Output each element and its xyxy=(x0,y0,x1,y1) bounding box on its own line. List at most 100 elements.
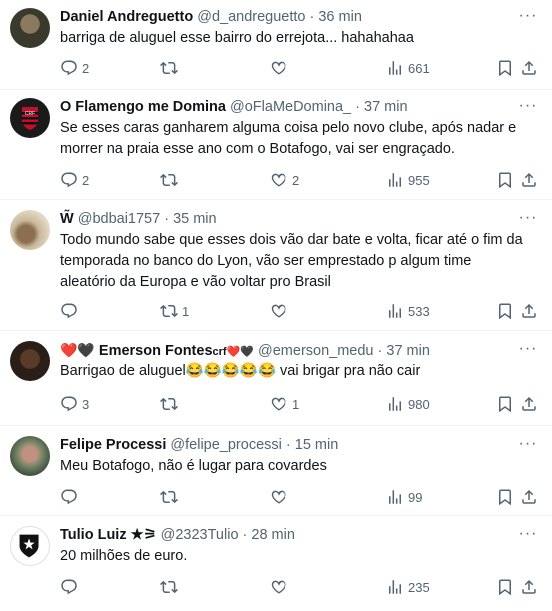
more-icon[interactable]: ··· xyxy=(518,341,538,357)
more-icon[interactable]: ··· xyxy=(518,526,538,542)
share-button[interactable] xyxy=(520,58,538,78)
share-icon xyxy=(520,578,538,596)
like-button[interactable] xyxy=(270,301,292,321)
tweet[interactable]: ❤️🖤 Emerson Fontescrf❤️🖤 @emerson_medu ·… xyxy=(0,331,552,426)
timestamp[interactable]: · 15 min xyxy=(286,437,338,453)
handle[interactable]: @felipe_processi xyxy=(170,437,281,453)
display-name[interactable]: Daniel Andreguetto xyxy=(60,9,193,25)
views-button[interactable]: 980 xyxy=(386,394,430,414)
display-name[interactable]: Tulio Luiz ★⚞ xyxy=(60,527,157,543)
timestamp[interactable]: · 37 min xyxy=(355,99,407,115)
heart-icon xyxy=(270,488,288,506)
timestamp[interactable]: · 37 min xyxy=(378,343,430,359)
retweet-button[interactable] xyxy=(160,394,182,414)
display-name[interactable]: W̃ xyxy=(60,211,74,227)
avatar[interactable] xyxy=(10,526,50,566)
display-name[interactable]: O Flamengo me Domina xyxy=(60,99,226,115)
timestamp[interactable]: · 28 min xyxy=(243,527,295,543)
tweet[interactable]: Daniel Andreguetto @d_andreguetto · 36 m… xyxy=(0,0,552,90)
bookmark-icon xyxy=(496,395,514,413)
reply-count: 2 xyxy=(82,172,90,188)
tweet[interactable]: CRF O Flamengo me Domina @oFlaMeDomina_ … xyxy=(0,90,552,200)
share-button[interactable] xyxy=(520,487,538,507)
like-button[interactable] xyxy=(270,487,292,507)
tweet-actions: 2 2 955 xyxy=(60,170,538,190)
tweet[interactable]: Tulio Luiz ★⚞ @2323Tulio · 28 min ··· 20… xyxy=(0,516,552,611)
tweet-actions: 3 1 980 xyxy=(60,394,538,414)
avatar[interactable]: CRF xyxy=(10,98,50,138)
more-icon[interactable]: ··· xyxy=(518,210,538,226)
heart-icon xyxy=(270,171,288,189)
reply-button[interactable]: 2 xyxy=(60,58,89,78)
tweet-header: Felipe Processi @felipe_processi · 15 mi… xyxy=(60,436,512,454)
more-icon[interactable]: ··· xyxy=(518,436,538,452)
like-button[interactable] xyxy=(270,58,292,78)
reply-button[interactable] xyxy=(60,487,82,507)
retweet-icon xyxy=(160,59,178,77)
bookmark-button[interactable] xyxy=(496,394,514,414)
handle[interactable]: @d_andreguetto xyxy=(197,9,305,25)
retweet-button[interactable] xyxy=(160,577,182,597)
handle[interactable]: @emerson_medu xyxy=(258,343,373,359)
share-button[interactable] xyxy=(520,577,538,597)
reply-icon xyxy=(60,488,78,506)
retweet-button[interactable]: 1 xyxy=(160,301,189,321)
bookmark-icon xyxy=(496,578,514,596)
tweet-text: Meu Botafogo, não é lugar para covardes xyxy=(60,458,327,474)
tweet-header: Tulio Luiz ★⚞ @2323Tulio · 28 min xyxy=(60,526,512,544)
views-button[interactable]: 235 xyxy=(386,577,430,597)
display-name[interactable]: Felipe Processi xyxy=(60,437,166,453)
bookmark-button[interactable] xyxy=(496,58,514,78)
reply-button[interactable] xyxy=(60,301,82,321)
views-icon xyxy=(386,59,404,77)
retweet-icon xyxy=(160,395,178,413)
timestamp[interactable]: · 35 min xyxy=(164,211,216,227)
tweet[interactable]: W̃ @bdbai1757 · 35 min ··· Todo mundo sa… xyxy=(0,200,552,331)
retweet-button[interactable] xyxy=(160,170,182,190)
share-button[interactable] xyxy=(520,394,538,414)
more-icon[interactable]: ··· xyxy=(518,8,538,24)
like-button[interactable]: 1 xyxy=(270,394,299,414)
like-button[interactable] xyxy=(270,577,292,597)
share-button[interactable] xyxy=(520,301,538,321)
avatar[interactable] xyxy=(10,341,50,381)
tweet-actions: 235 xyxy=(60,577,538,597)
tweet-actions: 99 xyxy=(60,487,538,507)
avatar[interactable] xyxy=(10,210,50,250)
retweet-button[interactable] xyxy=(160,58,182,78)
handle[interactable]: @bdbai1757 xyxy=(78,211,160,227)
avatar[interactable] xyxy=(10,436,50,476)
tweet-text: Barrigao de aluguel😂😂😂😂😂 vai brigar pra … xyxy=(60,363,421,379)
botafogo-crest-icon xyxy=(19,534,39,558)
bookmark-button[interactable] xyxy=(496,487,514,507)
retweet-icon xyxy=(160,488,178,506)
tweet-header: ❤️🖤 Emerson Fontescrf❤️🖤 @emerson_medu ·… xyxy=(60,341,512,361)
more-icon[interactable]: ··· xyxy=(518,98,538,114)
views-button[interactable]: 661 xyxy=(386,58,430,78)
view-count: 235 xyxy=(408,579,430,595)
retweet-button[interactable] xyxy=(160,487,182,507)
timestamp[interactable]: · 36 min xyxy=(310,9,362,25)
heart-icon xyxy=(270,395,288,413)
share-button[interactable] xyxy=(520,170,538,190)
views-icon xyxy=(386,302,404,320)
heart-icon xyxy=(270,59,288,77)
bookmark-button[interactable] xyxy=(496,301,514,321)
views-button[interactable]: 533 xyxy=(386,301,430,321)
handle[interactable]: @2323Tulio xyxy=(161,527,239,543)
reply-button[interactable]: 3 xyxy=(60,394,89,414)
views-icon xyxy=(386,488,404,506)
views-button[interactable]: 99 xyxy=(386,487,422,507)
handle[interactable]: @oFlaMeDomina_ xyxy=(230,99,351,115)
bookmark-button[interactable] xyxy=(496,577,514,597)
reply-button[interactable] xyxy=(60,577,82,597)
bookmark-button[interactable] xyxy=(496,170,514,190)
display-name[interactable]: Emerson Fontes xyxy=(99,343,213,359)
heart-icon xyxy=(270,302,288,320)
views-icon xyxy=(386,171,404,189)
reply-button[interactable]: 2 xyxy=(60,170,89,190)
tweet[interactable]: Felipe Processi @felipe_processi · 15 mi… xyxy=(0,426,552,516)
like-button[interactable]: 2 xyxy=(270,170,299,190)
avatar[interactable] xyxy=(10,8,50,48)
views-button[interactable]: 955 xyxy=(386,170,430,190)
